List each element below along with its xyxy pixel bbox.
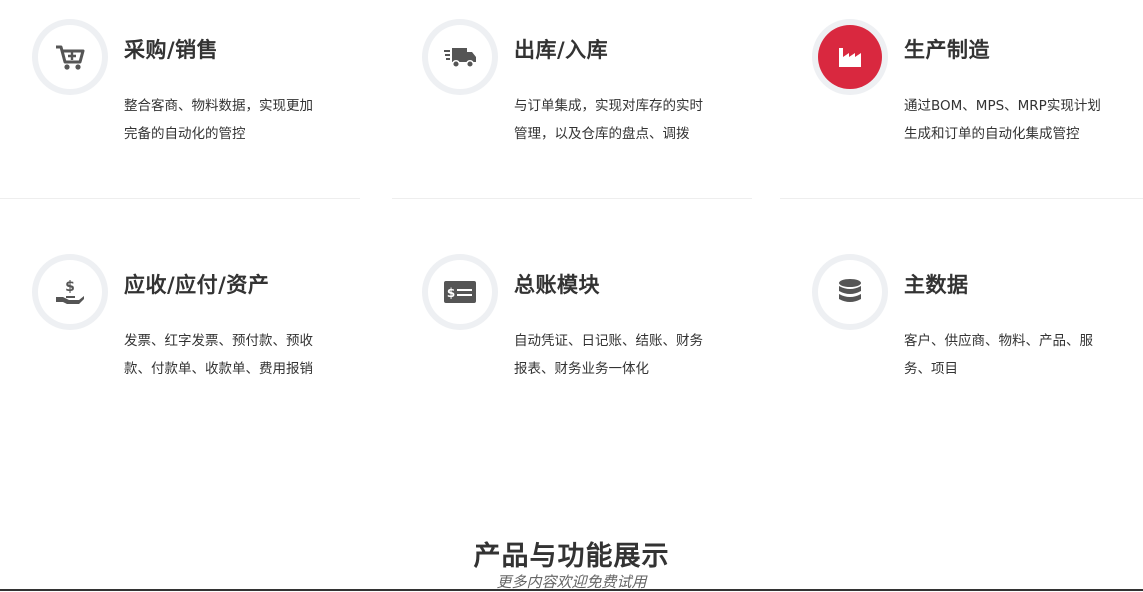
feature-icon-ring [422,19,498,95]
feature-title: 主数据 [904,273,969,297]
feature-card-manufacturing[interactable]: 生产制造 通过BOM、MPS、MRP实现计划生成和订单的自动化集成管控 [780,0,1110,142]
feature-card-general-ledger[interactable]: $ 总账模块 自动凭证、日记账、结账、财务报表、财务业务一体化 [390,235,720,377]
feature-description: 自动凭证、日记账、结账、财务报表、财务业务一体化 [514,333,703,377]
feature-icon-ring [32,19,108,95]
section-title: 产品与功能展示 [473,541,670,572]
row-divider [780,198,1143,199]
money-card-icon: $ [428,260,492,324]
feature-card-stock-in-out[interactable]: 出库/入库 与订单集成，实现对库存的实时管理，以及仓库的盘点、调拨 [390,0,720,142]
factory-icon [818,25,882,89]
feature-description: 整合客商、物料数据，实现更加完备的自动化的管控 [124,98,313,142]
hand-dollar-icon: $ [38,260,102,324]
feature-title: 总账模块 [514,273,600,297]
truck-icon [428,25,492,89]
feature-title: 出库/入库 [514,38,609,62]
feature-icon-ring: $ [422,254,498,330]
feature-icon-ring: $ [32,254,108,330]
cart-plus-icon [38,25,102,89]
feature-description: 客户、供应商、物料、产品、服务、项目 [904,333,1093,377]
feature-title: 生产制造 [904,38,990,62]
feature-description: 通过BOM、MPS、MRP实现计划生成和订单的自动化集成管控 [904,98,1101,142]
svg-text:$: $ [447,286,455,300]
database-icon [818,260,882,324]
svg-text:$: $ [65,279,75,295]
feature-card-purchase-sales[interactable]: 采购/销售 整合客商、物料数据，实现更加完备的自动化的管控 [0,0,330,142]
feature-title: 采购/销售 [124,38,219,62]
feature-description: 发票、红字发票、预付款、预收款、付款单、收款单、费用报销 [124,333,313,377]
row-divider [392,198,752,199]
feature-card-master-data[interactable]: 主数据 客户、供应商、物料、产品、服务、项目 [780,235,1110,377]
feature-description: 与订单集成，实现对库存的实时管理，以及仓库的盘点、调拨 [514,98,703,142]
feature-card-receivable-payable[interactable]: $ 应收/应付/资产 发票、红字发票、预付款、预收款、付款单、收款单、费用报销 [0,235,330,377]
row-divider [0,198,360,199]
feature-icon-ring [812,254,888,330]
feature-title: 应收/应付/资产 [124,273,270,297]
feature-icon-ring [812,19,888,95]
